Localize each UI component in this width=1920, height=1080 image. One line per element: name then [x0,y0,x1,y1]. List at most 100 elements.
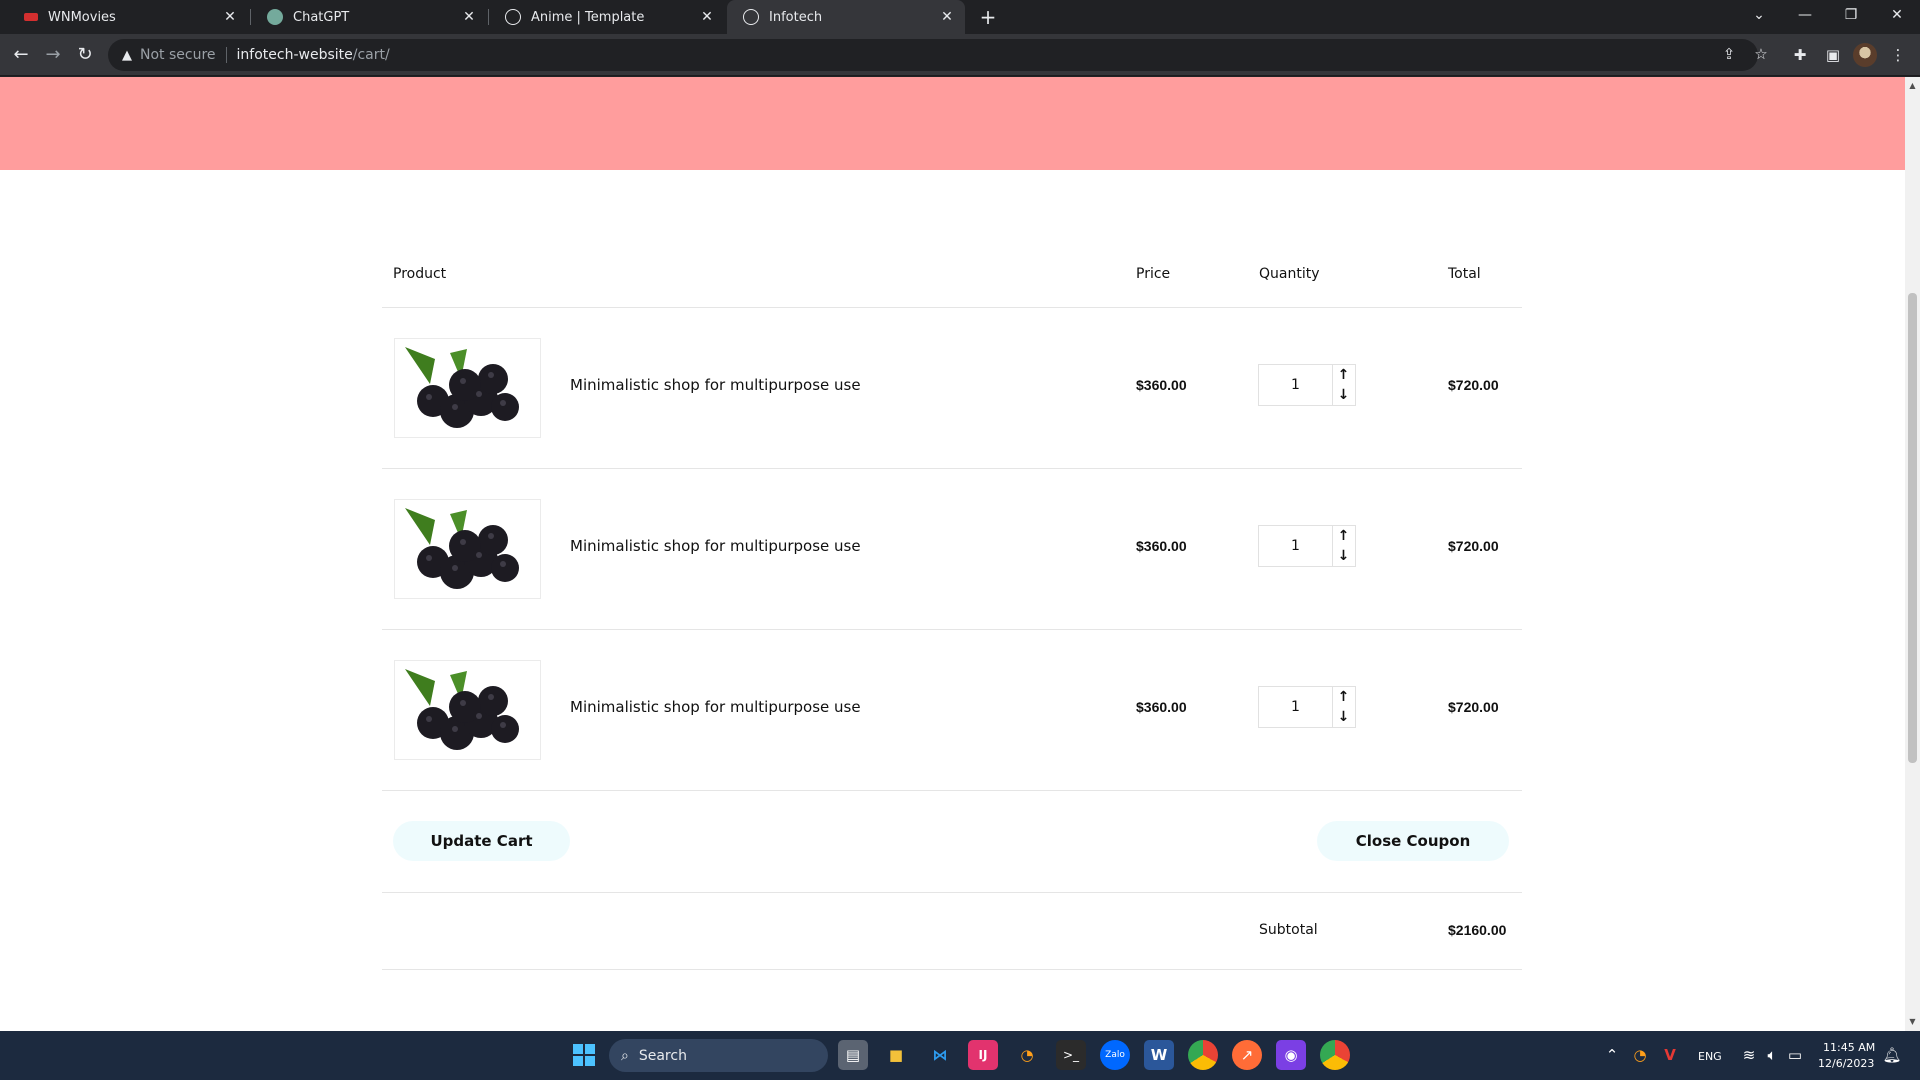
subtotal-value: $2160.00 [1448,922,1507,938]
clock-time[interactable]: 11:45 AM [1823,1041,1875,1054]
windows-start-icon[interactable] [569,1040,599,1070]
battery-icon[interactable]: ▭ [1780,1040,1810,1070]
url-path: /cart/ [352,47,390,63]
terminal-icon[interactable]: >_ [1056,1040,1086,1070]
chrome-profile-icon[interactable] [1320,1040,1350,1070]
increment-arrow-icon[interactable]: ↑ [1332,687,1355,707]
new-tab-button[interactable]: + [975,4,1001,30]
cart-row: Minimalistic shop for multipurpose use $… [382,308,1522,469]
close-tab-icon[interactable]: ✕ [697,9,717,25]
product-thumbnail[interactable] [394,499,541,599]
cart-row: Minimalistic shop for multipurpose use $… [382,469,1522,630]
product-thumbnail[interactable] [394,660,541,760]
tab-wnmovies[interactable]: WNMovies ✕ [8,0,248,34]
vscode-icon[interactable]: ⋈ [925,1040,955,1070]
tab-anime-template[interactable]: Anime | Template ✕ [489,0,725,34]
cart-row: Minimalistic shop for multipurpose use $… [382,630,1522,791]
close-coupon-button[interactable]: Close Coupon [1317,821,1509,861]
tab-title: ChatGPT [293,9,350,25]
chrome-icon[interactable] [1188,1040,1218,1070]
language-indicator[interactable]: ENG [1698,1050,1722,1063]
header-total: Total [1448,266,1481,282]
tab-title: Anime | Template [531,9,645,25]
blackberry-image [405,508,519,589]
product-name[interactable]: Minimalistic shop for multipurpose use [570,698,861,716]
product-name[interactable]: Minimalistic shop for multipurpose use [570,537,861,555]
decrement-arrow-icon[interactable]: ↓ [1332,707,1355,727]
tab-chatgpt[interactable]: ChatGPT ✕ [251,0,487,34]
line-total: $720.00 [1448,699,1499,715]
app-swirl-icon[interactable]: ◔ [1012,1040,1042,1070]
header-quantity: Quantity [1259,266,1320,282]
tray-chevron-up-icon[interactable]: ⌃ [1597,1040,1627,1070]
product-name[interactable]: Minimalistic shop for multipurpose use [570,376,861,394]
header-price: Price [1136,266,1171,282]
url-host: infotech-website [236,47,353,63]
bookmark-star-icon[interactable]: ☆ [1749,42,1773,66]
app-purple-icon[interactable]: ◉ [1276,1040,1306,1070]
back-icon[interactable]: ← [8,42,34,68]
quantity-stepper: ↑ ↓ [1332,686,1356,728]
omnibox-divider [225,47,227,63]
scrollbar-thumb[interactable] [1908,293,1917,763]
close-window-icon[interactable]: ✕ [1874,0,1920,30]
tab-infotech[interactable]: Infotech ✕ [727,0,965,34]
subtotal-row: Subtotal $2160.00 [382,893,1522,970]
increment-arrow-icon[interactable]: ↑ [1332,365,1355,385]
word-icon[interactable]: W [1144,1040,1174,1070]
globe-icon [743,9,759,25]
line-total: $720.00 [1448,538,1499,554]
file-explorer-icon[interactable]: ■ [881,1040,911,1070]
close-tab-icon[interactable]: ✕ [220,9,240,25]
header-product: Product [393,266,447,282]
cart-actions: Update Cart Close Coupon [382,791,1522,893]
notification-bell-icon[interactable]: 🔔︎ [1877,1040,1907,1070]
close-tab-icon[interactable]: ✕ [937,9,957,25]
increment-arrow-icon[interactable]: ↑ [1332,526,1355,546]
forward-icon[interactable]: → [40,42,66,68]
decrement-arrow-icon[interactable]: ↓ [1332,546,1355,566]
zalo-icon[interactable]: Zalo [1100,1040,1130,1070]
page-scrollbar[interactable]: ▲ ▼ [1905,77,1920,1031]
product-price: $360.00 [1136,538,1187,554]
extensions-icon[interactable]: ✚ [1787,42,1813,68]
decrement-arrow-icon[interactable]: ↓ [1332,385,1355,405]
hero-banner [0,77,1905,170]
scroll-down-arrow-icon[interactable]: ▼ [1905,1015,1920,1029]
globe-icon [505,9,521,25]
clock-date[interactable]: 12/6/2023 [1818,1057,1874,1070]
product-price: $360.00 [1136,377,1187,393]
taskbar-search[interactable]: ⌕ Search [609,1039,828,1072]
jetbrains-icon[interactable]: IJ [968,1040,998,1070]
side-panel-icon[interactable]: ▣ [1820,42,1846,68]
share-icon[interactable]: ⇪ [1717,42,1741,66]
close-tab-icon[interactable]: ✕ [459,9,479,25]
quantity-input[interactable]: 1 [1258,364,1333,406]
chatgpt-favicon-icon [267,9,283,25]
tab-title: WNMovies [48,9,116,25]
product-thumbnail[interactable] [394,338,541,438]
subtotal-label: Subtotal [1259,922,1318,938]
postman-icon[interactable]: ↗ [1232,1040,1262,1070]
quantity-stepper: ↑ ↓ [1332,525,1356,567]
quantity-input[interactable]: 1 [1258,686,1333,728]
reload-icon[interactable]: ↻ [72,42,98,68]
line-total: $720.00 [1448,377,1499,393]
tray-app-icon[interactable]: ◔ [1625,1040,1655,1070]
tab-search-icon[interactable]: ⌄ [1736,0,1782,30]
quantity-input[interactable]: 1 [1258,525,1333,567]
minimize-icon[interactable]: — [1782,0,1828,30]
task-view-icon[interactable]: ▤ [838,1040,868,1070]
update-cart-button[interactable]: Update Cart [393,821,570,861]
cart-table: Product Price Quantity Total Minimalisti… [382,242,1522,970]
address-bar[interactable]: ▲ Not secure infotech-website/cart/ [108,39,1758,71]
restore-icon[interactable]: ❐ [1828,0,1874,30]
search-label: Search [638,1047,687,1064]
scroll-up-arrow-icon[interactable]: ▲ [1905,79,1920,93]
profile-avatar[interactable] [1853,43,1877,67]
more-menu-icon[interactable]: ⋮ [1885,42,1911,68]
tab-title: Infotech [769,9,823,25]
tray-vivaldi-icon[interactable]: V [1655,1040,1685,1070]
tab-strip: WNMovies ✕ ChatGPT ✕ Anime | Template ✕ … [0,0,1920,34]
search-icon: ⌕ [621,1047,629,1064]
